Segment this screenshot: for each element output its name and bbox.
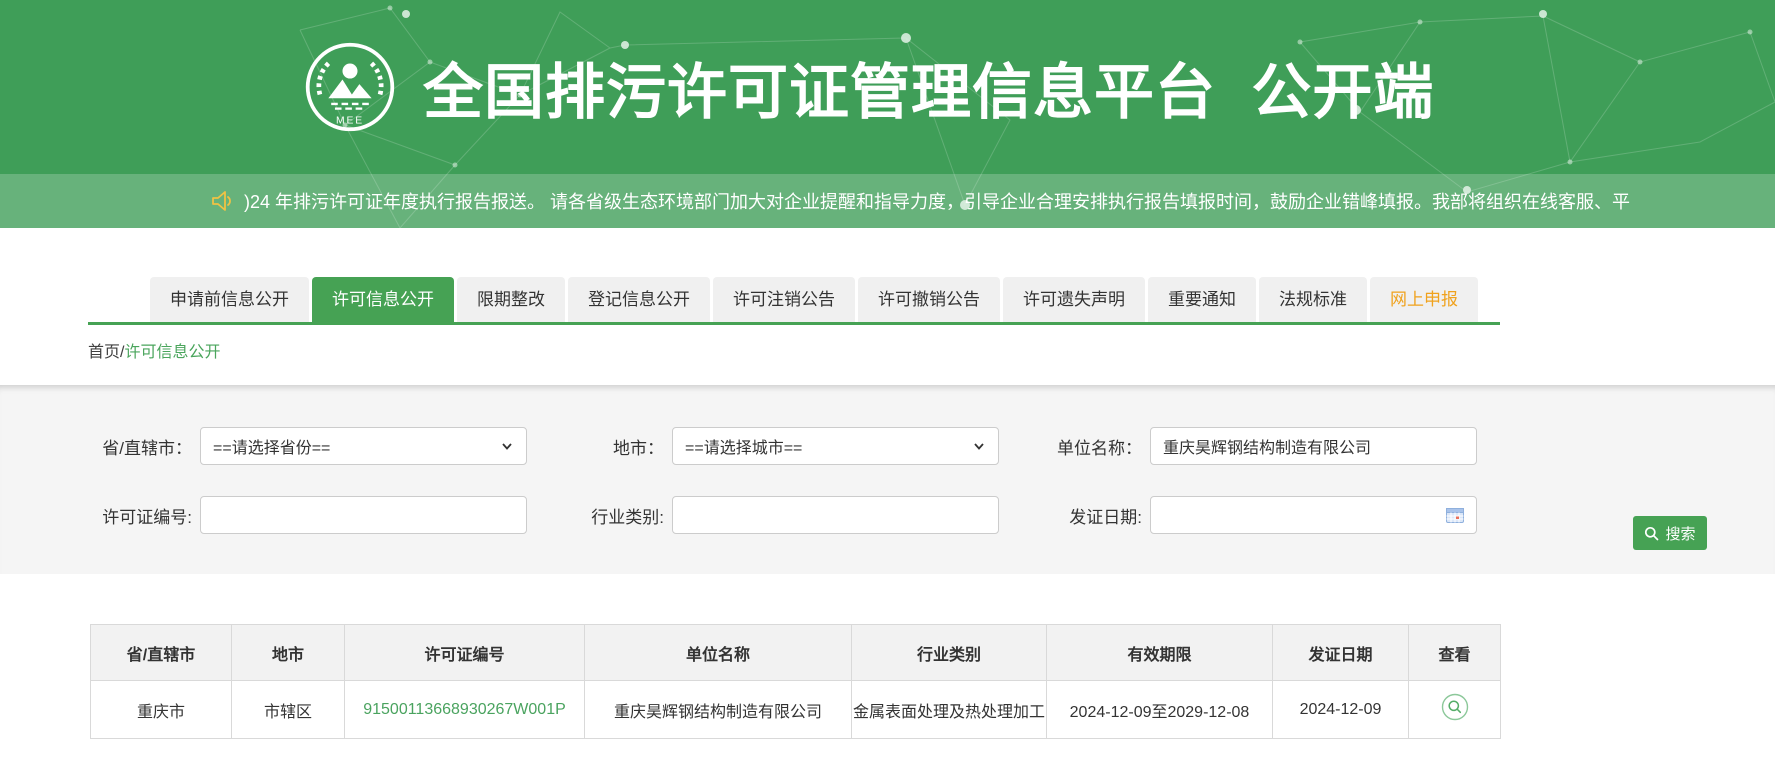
city-label: 地市：: [527, 434, 672, 459]
search-panel: 省/直辖市： ==请选择省份== 地市： ==请选择城市== 单位名称： 许可证…: [0, 385, 1775, 574]
header-banner: MEE 全国排污许可证管理信息平台 公开端: [0, 0, 1775, 174]
search-icon: [1644, 526, 1659, 541]
cell-province: 重庆市: [91, 681, 232, 739]
calendar-icon[interactable]: [1446, 507, 1464, 523]
tabs-row: 申请前信息公开 许可信息公开 限期整改 登记信息公开 许可注销公告 许可撤销公告…: [88, 277, 1500, 322]
city-select-value: ==请选择城市==: [685, 434, 802, 458]
search-button[interactable]: 搜索: [1633, 516, 1707, 550]
page: MEE 全国排污许可证管理信息平台 公开端 )24 年排污许可证年度执行报告报送…: [0, 0, 1775, 771]
col-header-city: 地市: [232, 625, 345, 681]
province-select[interactable]: ==请选择省份==: [200, 427, 527, 465]
site-header: MEE 全国排污许可证管理信息平台 公开端 )24 年排污许可证年度执行报告报送…: [0, 0, 1775, 228]
issue-date-field[interactable]: [1150, 496, 1477, 534]
cell-industry: 金属表面处理及热处理加工: [852, 681, 1047, 739]
mee-logo-text: MEE: [336, 116, 364, 127]
announcement-bar: )24 年排污许可证年度执行报告报送。 请各省级生态环境部门加大对企业提醒和指导…: [0, 174, 1775, 228]
chevron-down-icon: [972, 439, 986, 453]
company-name-label: 单位名称：: [999, 434, 1150, 459]
breadcrumb-home[interactable]: 首页: [88, 344, 120, 361]
col-header-industry: 行业类别: [852, 625, 1047, 681]
tab-deadline-rectification[interactable]: 限期整改: [457, 277, 565, 322]
issue-date-input[interactable]: [1163, 497, 1446, 533]
tab-pre-application-disclosure[interactable]: 申请前信息公开: [150, 277, 309, 322]
col-header-view: 查看: [1409, 625, 1501, 681]
search-button-label: 搜索: [1665, 523, 1695, 544]
cell-company-name: 重庆昊辉钢结构制造有限公司: [585, 681, 852, 739]
col-header-issue-date: 发证日期: [1273, 625, 1409, 681]
industry-input[interactable]: [672, 496, 999, 534]
breadcrumb: 首页/许可信息公开: [88, 338, 1687, 362]
chevron-down-icon: [500, 439, 514, 453]
view-details-button[interactable]: [1441, 693, 1469, 721]
tab-permit-revocation-notice[interactable]: 许可撤销公告: [858, 277, 1000, 322]
permit-number-input[interactable]: [200, 496, 527, 534]
permit-number-link[interactable]: 91500113668930267W001P: [363, 701, 566, 718]
tab-permit-loss-statement[interactable]: 许可遗失声明: [1003, 277, 1145, 322]
mee-logo: MEE: [303, 40, 397, 134]
search-row-1: 省/直辖市： ==请选择省份== 地市： ==请选择城市== 单位名称：: [88, 427, 1775, 465]
permit-number-label: 许可证编号:: [88, 503, 200, 528]
site-title: 全国排污许可证管理信息平台 公开端: [423, 44, 1434, 131]
announcement-text: )24 年排污许可证年度执行报告报送。 请各省级生态环境部门加大对企业提醒和指导…: [244, 188, 1630, 214]
col-header-province: 省/直辖市: [91, 625, 232, 681]
main-nav: 申请前信息公开 许可信息公开 限期整改 登记信息公开 许可注销公告 许可撤销公告…: [0, 228, 1775, 325]
tab-permit-info-disclosure[interactable]: 许可信息公开: [312, 277, 454, 322]
tab-registration-info-disclosure[interactable]: 登记信息公开: [568, 277, 710, 322]
col-header-validity-period: 有效期限: [1047, 625, 1273, 681]
tab-online-application[interactable]: 网上申报: [1370, 277, 1478, 322]
industry-label: 行业类别:: [527, 503, 672, 528]
col-header-company-name: 单位名称: [585, 625, 852, 681]
table-header-row: 省/直辖市 地市 许可证编号 单位名称 行业类别 有效期限 发证日期 查看: [91, 625, 1501, 681]
table-row: 重庆市 市辖区 91500113668930267W001P 重庆昊辉钢结构制造…: [91, 681, 1501, 739]
issue-date-label: 发证日期:: [999, 503, 1150, 528]
cell-city: 市辖区: [232, 681, 345, 739]
tab-important-notices[interactable]: 重要通知: [1148, 277, 1256, 322]
col-header-permit-number: 许可证编号: [345, 625, 585, 681]
breadcrumb-current: 许可信息公开: [124, 344, 220, 361]
search-row-2: 许可证编号: 行业类别: 发证日期:: [88, 496, 1775, 534]
tabs-wrap: 申请前信息公开 许可信息公开 限期整改 登记信息公开 许可注销公告 许可撤销公告…: [88, 277, 1500, 325]
cell-validity-period: 2024-12-09至2029-12-08: [1047, 681, 1273, 739]
province-label: 省/直辖市：: [88, 434, 200, 459]
results-table: 省/直辖市 地市 许可证编号 单位名称 行业类别 有效期限 发证日期 查看 重庆…: [90, 624, 1501, 739]
view-magnifier-icon: [1441, 693, 1469, 721]
tab-permit-cancellation-notice[interactable]: 许可注销公告: [713, 277, 855, 322]
city-select[interactable]: ==请选择城市==: [672, 427, 999, 465]
cell-issue-date: 2024-12-09: [1273, 681, 1409, 739]
company-name-input[interactable]: [1150, 427, 1477, 465]
speaker-icon: [211, 190, 235, 212]
tab-regulations-standards[interactable]: 法规标准: [1259, 277, 1367, 322]
province-select-value: ==请选择省份==: [213, 434, 330, 458]
